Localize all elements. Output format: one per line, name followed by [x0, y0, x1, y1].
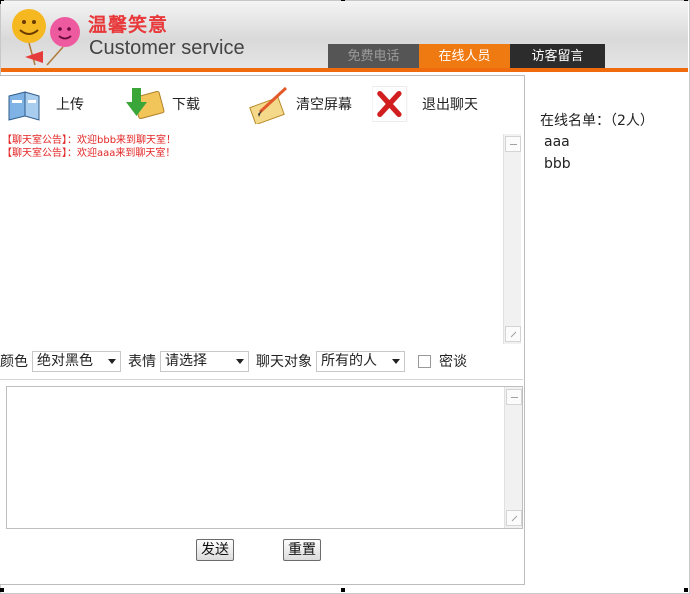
chat-target-value: 所有的人 [321, 352, 377, 369]
emotion-select[interactable]: 请选择 [160, 350, 249, 372]
exit-chat-label: 退出聊天 [422, 97, 478, 113]
emotion-label: 表情 [128, 354, 156, 370]
color-select[interactable]: 绝对黑色 [32, 350, 121, 372]
header-tabs: 免费电话 在线人员 访客留言 [328, 44, 605, 69]
header: 温馨笑意 Customer service 免费电话 在线人员 访客留言 [1, 1, 688, 71]
message-input[interactable] [6, 386, 523, 529]
color-select-value: 绝对黑色 [37, 352, 93, 369]
input-scrollbar[interactable] [504, 387, 522, 528]
resize-handle-br[interactable] [684, 588, 688, 592]
online-list-title: 在线名单：（2人） [540, 113, 654, 129]
scroll-up-button[interactable] [505, 136, 521, 152]
message-options: 颜色 绝对黑色 表情 请选择 聊天对象 所有的人 密谈 [0, 346, 523, 376]
chat-target-select[interactable]: 所有的人 [316, 350, 405, 372]
divider [0, 379, 523, 380]
message-list: 【聊天室公告】：欢迎bbb来到聊天室！ 【聊天室公告】：欢迎aaa来到聊天室！ [0, 134, 503, 344]
tab-visitor-message[interactable]: 访客留言 [510, 44, 605, 69]
scroll-resize-grip[interactable] [505, 326, 521, 342]
download-icon [126, 88, 165, 120]
clear-screen-label: 清空屏幕 [296, 97, 352, 113]
secret-chat-label: 密谈 [439, 354, 467, 370]
tab-free-call[interactable]: 免费电话 [328, 44, 419, 69]
reset-button[interactable]: 重置 [283, 539, 321, 561]
tab-online-staff[interactable]: 在线人员 [419, 44, 510, 69]
emotion-select-value: 请选择 [165, 352, 207, 369]
message-display[interactable]: 【聊天室公告】：欢迎bbb来到聊天室！ 【聊天室公告】：欢迎aaa来到聊天室！ [0, 134, 523, 344]
send-button[interactable]: 发送 [196, 539, 234, 561]
online-user[interactable]: bbb [544, 153, 571, 175]
download-label: 下载 [172, 97, 200, 113]
color-label: 颜色 [0, 354, 28, 370]
chevron-down-icon [108, 358, 116, 364]
upload-icon [8, 91, 40, 121]
exit-chat-button[interactable]: 退出聊天 [372, 82, 478, 126]
clear-screen-icon [249, 86, 288, 124]
download-button[interactable]: 下载 [122, 82, 200, 126]
message-scrollbar[interactable] [503, 134, 521, 344]
secret-chat-checkbox[interactable] [418, 354, 431, 368]
online-user-list: aaa bbb [544, 131, 571, 175]
upload-label: 上传 [56, 97, 84, 113]
chat-target-label: 聊天对象 [256, 354, 312, 370]
clear-screen-button[interactable]: 清空屏幕 [246, 82, 352, 126]
scroll-up-button[interactable] [506, 389, 522, 405]
logo-title-cn: 温馨笑意 [88, 14, 169, 36]
resize-handle-bm[interactable] [341, 588, 345, 592]
online-panel: 在线名单：（2人） aaa bbb [527, 75, 688, 585]
close-icon [372, 86, 408, 122]
header-accent-bar [1, 68, 688, 72]
chat-panel: 上传 下载 清空屏幕 退出聊天 【聊天室公告】：欢迎bbb来到聊天室！ 【聊天室… [0, 75, 525, 585]
chevron-down-icon [236, 358, 244, 364]
resize-handle-bl[interactable] [0, 588, 4, 592]
smiley-balloons-logo-icon [12, 9, 80, 66]
chevron-down-icon [392, 358, 400, 364]
online-user[interactable]: aaa [544, 131, 571, 153]
logo-title-en: Customer service [89, 37, 245, 59]
toolbar: 上传 下载 清空屏幕 退出聊天 [0, 76, 523, 132]
announcement-message: 【聊天室公告】：欢迎bbb来到聊天室！ [2, 135, 177, 146]
announcement-message: 【聊天室公告】：欢迎aaa来到聊天室！ [2, 148, 176, 159]
scroll-resize-grip[interactable] [506, 510, 522, 526]
upload-button[interactable]: 上传 [6, 82, 84, 126]
